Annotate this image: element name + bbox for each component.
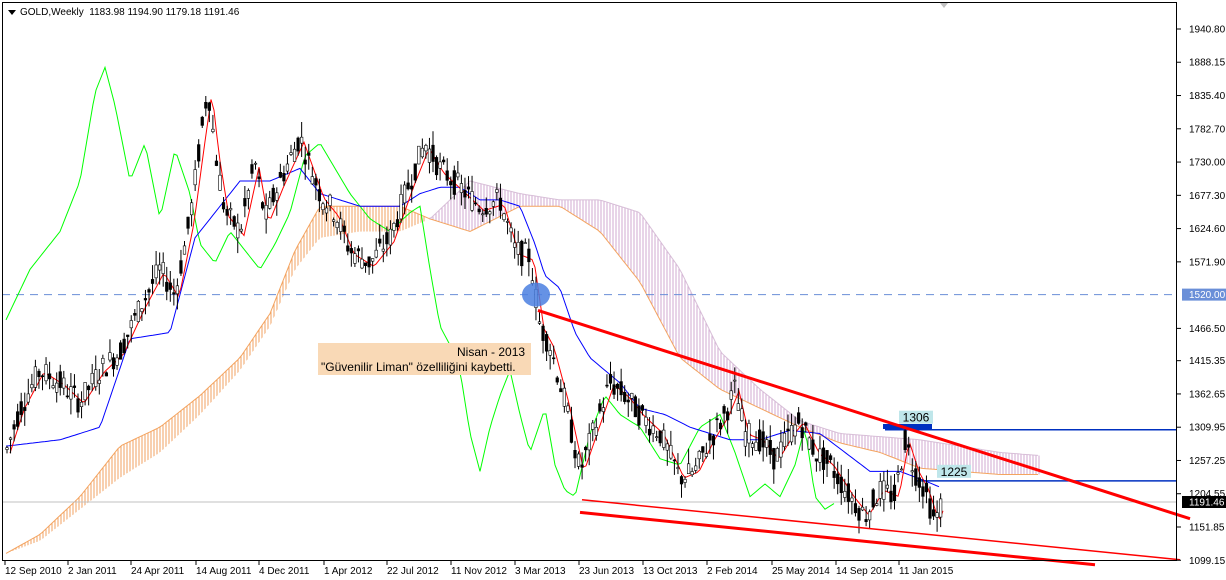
time-tick-label: 13 Oct 2013 xyxy=(643,566,698,577)
symbol-timeframe: GOLD,Weekly xyxy=(20,7,84,18)
price-tick-label: 1571.90 xyxy=(1189,257,1226,268)
dropdown-arrow-icon[interactable] xyxy=(8,9,16,15)
time-tick-label: 1 Apr 2012 xyxy=(324,566,373,577)
price-marker-1520: 1520.00 xyxy=(1189,290,1226,301)
price-tick-label: 1415.35 xyxy=(1189,356,1226,367)
price-tick-label: 1151.85 xyxy=(1189,523,1225,534)
time-tick-label: 12 Sep 2010 xyxy=(5,566,62,577)
price-tick-label: 1782.70 xyxy=(1189,124,1226,135)
time-tick-label: 22 Jul 2012 xyxy=(387,566,439,577)
time-tick-label: 2 Feb 2014 xyxy=(707,566,758,577)
price-tick-label: 1730.00 xyxy=(1189,158,1226,169)
price-tick-label: 1624.60 xyxy=(1189,224,1226,235)
annotation-date: Nisan - 2013 xyxy=(457,345,526,359)
price-tick-label: 1099.15 xyxy=(1189,556,1226,567)
price-tick-label: 1362.65 xyxy=(1189,389,1226,400)
time-tick-label: 25 May 2014 xyxy=(772,566,830,577)
time-tick-label: 23 Jun 2013 xyxy=(579,566,634,577)
price-tick-label: 1466.50 xyxy=(1189,324,1226,335)
time-tick-label: 14 Aug 2011 xyxy=(196,566,252,577)
time-tick-label: 11 Jan 2015 xyxy=(899,566,954,577)
time-tick-label: 3 Mar 2013 xyxy=(515,566,566,577)
price-tick-label: 1940.80 xyxy=(1189,25,1226,36)
time-tick-label: 24 Apr 2011 xyxy=(131,566,185,577)
chart-title-bar: GOLD,Weekly 1183.98 1194.90 1179.18 1191… xyxy=(8,7,239,18)
time-tick-label: 4 Dec 2011 xyxy=(259,566,310,577)
current-price-label: 1191.46 xyxy=(1189,497,1225,508)
time-tick-label: 11 Nov 2012 xyxy=(451,566,507,577)
chart-shift-marker-icon[interactable] xyxy=(940,3,948,8)
price-tick-label: 1257.25 xyxy=(1189,456,1226,467)
price-tick-label: 1309.95 xyxy=(1189,423,1226,434)
price-tick-label: 1835.40 xyxy=(1189,91,1226,102)
chart-window: 1306 1225 1940.80 1888.15 1835.40 1782.70 173… xyxy=(0,0,1226,580)
ohlc-values: 1183.98 1194.90 1179.18 1191.46 xyxy=(89,7,240,18)
plot-area-border xyxy=(2,2,1177,561)
price-tick-label: 1888.15 xyxy=(1189,58,1226,69)
time-tick-label: 2 Jan 2011 xyxy=(68,566,117,577)
time-tick-label: 14 Sep 2014 xyxy=(836,566,893,577)
price-tick-label: 1677.30 xyxy=(1189,191,1226,202)
annotation-text: "Güvenilir Liman" özelliliğini kaybetti. xyxy=(321,360,516,374)
